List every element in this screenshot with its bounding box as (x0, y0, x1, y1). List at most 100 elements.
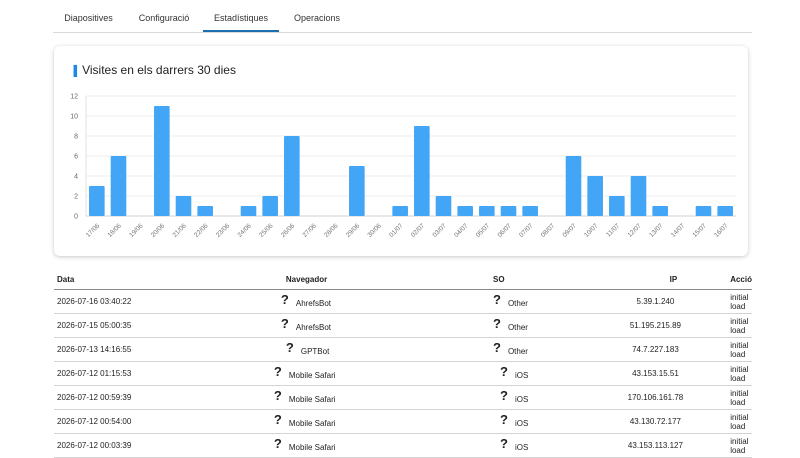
x-tick-label: 26/06 (280, 222, 297, 239)
cell-browser: ? AhrefsBot (139, 289, 385, 314)
bar-01-07[interactable] (392, 206, 408, 216)
bar-17-06[interactable] (89, 186, 105, 216)
bar-18-06[interactable] (110, 156, 127, 216)
x-tick-label: 09/07 (561, 222, 578, 239)
cell-os-label: Other (507, 299, 528, 308)
bar-11-07[interactable] (609, 196, 625, 216)
y-tick-label: 10 (70, 114, 78, 121)
header-ip: IP (540, 269, 731, 290)
cell-ip: 43.130.72.177 (540, 409, 731, 434)
x-tick-label: 28/06 (323, 222, 340, 239)
x-tick-label: 14/07 (670, 222, 687, 239)
bar-06-07[interactable] (500, 206, 517, 216)
cell-browser: ? Mobile Safari (139, 361, 385, 386)
y-tick-label: 6 (74, 154, 78, 161)
y-tick-label: 2 (74, 194, 78, 201)
bar-05-07[interactable] (479, 206, 495, 216)
cell-browser-label: AhrefsBot (295, 299, 331, 308)
unknown-browser-icon: ? (273, 436, 282, 451)
x-tick-label: 07/07 (518, 222, 535, 239)
bar-09-07[interactable] (565, 156, 582, 216)
bar-22-06[interactable] (197, 206, 213, 216)
bar-10-07[interactable] (587, 176, 603, 216)
table-row: 2026-07-13 14:16:55? GPTBot? Other 74.7.227… (54, 337, 752, 362)
cell-ip: 43.153.15.51 (540, 361, 731, 386)
header-data: Data (54, 269, 140, 290)
x-tick-label: 13/07 (648, 222, 665, 239)
x-tick-label: 04/07 (453, 222, 470, 239)
cell-os-label: iOS (514, 419, 529, 428)
unknown-browser-icon: ? (273, 388, 282, 403)
y-tick-label: 4 (74, 174, 78, 181)
cell-browser-label: Mobile Safari (288, 419, 336, 428)
cell-browser-label: Mobile Safari (288, 395, 336, 404)
table-row: 2026-07-12 01:15:53? Mobile Safari? iOS 43.… (54, 361, 752, 386)
cell-action: initial load (730, 409, 752, 434)
x-tick-label: 01/07 (388, 222, 405, 239)
x-tick-label: 10/07 (583, 222, 600, 239)
cell-date: 2026-07-12 00:54:00 (54, 409, 140, 434)
bar-21-06[interactable] (175, 196, 192, 216)
tab-diapositives[interactable]: Diapositives (56, 0, 121, 31)
bar-26-06[interactable] (284, 136, 300, 216)
tab-configuracio[interactable]: Configuració (133, 0, 195, 31)
cell-action: initial load (730, 289, 752, 314)
x-tick-label: 24/06 (236, 222, 253, 239)
bar-03-07[interactable] (435, 196, 452, 216)
cell-browser: ? Mobile Safari (139, 433, 385, 458)
unknown-os-icon: ? (500, 364, 508, 379)
x-tick-label: 29/06 (345, 222, 362, 239)
cell-os: ? iOS (385, 385, 541, 410)
cell-action: initial load (730, 385, 752, 410)
unknown-browser-icon: ? (280, 316, 289, 331)
header-so: SO (385, 269, 541, 290)
tab-estadistiques[interactable]: Estadístiques (203, 0, 279, 32)
x-tick-label: 19/06 (128, 222, 145, 239)
x-tick-label: 02/07 (410, 222, 427, 239)
cell-os: ? Other (385, 337, 541, 362)
cell-date: 2026-07-12 01:15:53 (54, 361, 140, 386)
bar-20-06[interactable] (154, 106, 170, 216)
cell-date: 2026-07-12 00:59:39 (54, 385, 140, 410)
header-navegador: Navegador (139, 269, 385, 290)
cell-action: initial load (730, 433, 752, 458)
cell-date: 2026-07-15 05:00:35 (54, 313, 140, 338)
bar-16-07[interactable] (717, 206, 733, 216)
bar-15-07[interactable] (695, 206, 712, 216)
cell-os: ? iOS (385, 409, 541, 434)
cell-ip: 74.7.227.183 (540, 337, 731, 362)
y-tick-label: 12 (70, 94, 78, 101)
table-row: 2026-07-12 00:03:39? Mobile Safari? iOS 43.… (54, 433, 752, 458)
header-accio: Acció (730, 269, 752, 290)
cell-browser: ? Mobile Safari (139, 385, 385, 410)
tab-bar: Diapositives Configuració Estadístiques … (53, 0, 752, 33)
x-tick-label: 05/07 (475, 222, 492, 239)
bar-07-07[interactable] (522, 206, 538, 216)
cell-ip: 43.153.113.127 (540, 433, 731, 458)
unknown-browser-icon: ? (280, 292, 289, 307)
bar-29-06[interactable] (349, 166, 365, 216)
bar-12-07[interactable] (630, 176, 647, 216)
bar-24-06[interactable] (240, 206, 257, 216)
tab-operacions[interactable]: Operacions (289, 0, 345, 31)
visits-table: Data Navegador SO IP Acció 2026-07-16 03… (54, 269, 752, 458)
cell-os: ? Other (385, 289, 541, 314)
x-tick-label: 17/06 (85, 222, 102, 239)
bar-25-06[interactable] (262, 196, 278, 216)
unknown-browser-icon: ? (285, 340, 294, 355)
unknown-browser-icon: ? (273, 364, 282, 379)
unknown-os-icon: ? (493, 340, 501, 355)
cell-os: ? Other (385, 313, 541, 338)
bar-02-07[interactable] (414, 126, 430, 216)
table-row: 2026-07-12 00:59:39? Mobile Safari? iOS 170… (54, 385, 752, 410)
x-tick-label: 06/07 (496, 222, 513, 239)
unknown-browser-icon: ? (273, 412, 282, 427)
x-tick-label: 12/07 (626, 222, 643, 239)
visits-chart: 0 2 4 6 8 10 12 17/06 18/06 19/06 20/06 21/06 22/06 2… (70, 94, 736, 239)
bar-04-07[interactable] (457, 206, 473, 216)
bar-13-07[interactable] (652, 206, 668, 216)
cell-ip: 51.195.215.89 (540, 313, 731, 338)
x-tick-label: 11/07 (605, 222, 621, 238)
x-tick-label: 21/06 (171, 222, 188, 239)
table-header-row: Data Navegador SO IP Acció (54, 269, 752, 290)
